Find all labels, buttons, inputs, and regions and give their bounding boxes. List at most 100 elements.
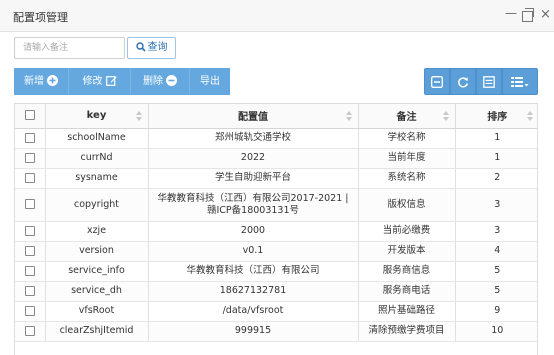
cell-key: currNd (45, 148, 149, 169)
minus-circle-icon (166, 75, 177, 86)
column-header-key[interactable]: key (45, 104, 149, 129)
row-checkbox[interactable] (24, 152, 35, 163)
row-checkbox[interactable] (24, 305, 35, 316)
column-header-order[interactable]: 排序 (455, 104, 537, 129)
cell-remark: 版权信息 (358, 188, 456, 222)
query-button-label: 查询 (147, 42, 168, 53)
cell-order: 3 (455, 188, 537, 222)
table-row[interactable]: xzje 2000 当前必缴费 3 (15, 221, 537, 242)
cell-key: version (45, 241, 149, 262)
minimize-icon[interactable]: — (505, 6, 517, 20)
close-icon[interactable]: × (540, 8, 551, 22)
table-row[interactable]: schoolName 郑州城轨交通学校 学校名称 1 (15, 128, 537, 149)
columns-dropdown-button[interactable] (502, 68, 538, 95)
refresh-button[interactable] (450, 68, 476, 95)
table-row[interactable]: service_info 华教教育科技（江西）有限公司 服务商信息 5 (15, 261, 537, 282)
cell-remark: 服务商电话 (358, 281, 456, 302)
cell-value: /data/vfsroot (148, 301, 359, 322)
column-header-order-label: 排序 (487, 112, 508, 124)
cell-key: clearZshjItemid (45, 321, 149, 342)
cell-key: xzje (45, 221, 149, 242)
maximize-icon[interactable] (522, 8, 534, 22)
row-select-cell[interactable] (15, 128, 46, 149)
table-row[interactable]: sysname 学生自助迎新平台 系统名称 2 (15, 168, 537, 189)
edit-button-label: 修改 (82, 76, 103, 87)
cell-remark: 系统名称 (358, 168, 456, 189)
cell-remark: 照片基础路径 (358, 301, 456, 322)
remark-search-input[interactable] (14, 37, 125, 59)
add-button[interactable]: 新增 (14, 68, 69, 95)
search-icon (135, 42, 146, 52)
toggle-view-button[interactable] (476, 68, 502, 95)
row-checkbox[interactable] (24, 245, 35, 256)
cell-value: 18627132781 (148, 281, 359, 302)
row-select-cell[interactable] (15, 261, 46, 282)
cell-remark: 学校名称 (358, 128, 456, 149)
column-header-remark[interactable]: 备注 (358, 104, 456, 129)
row-checkbox[interactable] (24, 285, 35, 296)
row-checkbox[interactable] (24, 132, 35, 143)
cell-order: 4 (455, 241, 537, 262)
refresh-icon (458, 76, 469, 87)
toggle-search-button[interactable] (424, 68, 450, 95)
query-button[interactable]: 查询 (127, 37, 176, 59)
row-select-cell[interactable] (15, 168, 46, 189)
cell-key: schoolName (45, 128, 149, 149)
row-checkbox[interactable] (24, 325, 35, 336)
select-all-checkbox[interactable] (24, 110, 35, 121)
cell-key: service_dh (45, 281, 149, 302)
sort-icon (135, 111, 142, 121)
row-checkbox[interactable] (24, 172, 35, 183)
list-icon (483, 75, 495, 88)
export-button-label: 导出 (200, 76, 220, 87)
row-checkbox[interactable] (24, 199, 35, 209)
table-row[interactable]: vfsRoot /data/vfsroot 照片基础路径 9 (15, 301, 537, 322)
dialog-title: 配置项管理 (13, 11, 68, 24)
cell-value: 学生自助迎新平台 (148, 168, 359, 189)
cell-value: 2000 (148, 221, 359, 242)
table-row[interactable]: clearZshjItemid 999915 清除预缴学费项目 10 (15, 321, 537, 342)
table-row[interactable]: currNd 2022 当前年度 1 (15, 148, 537, 169)
table-row[interactable]: service_dh 18627132781 服务商电话 5 (15, 281, 537, 302)
cell-order: 9 (455, 301, 537, 322)
row-checkbox[interactable] (24, 225, 35, 236)
row-select-cell[interactable] (15, 281, 46, 302)
columns-icon (511, 76, 529, 87)
export-button[interactable]: 导出 (190, 68, 230, 95)
row-select-cell[interactable] (15, 241, 46, 262)
sort-icon (442, 111, 449, 121)
collapse-icon (431, 75, 443, 88)
row-select-cell[interactable] (15, 321, 46, 342)
row-checkbox[interactable] (24, 265, 35, 276)
cell-key: service_info (45, 261, 149, 282)
cell-order: 2 (455, 168, 537, 189)
cell-key: vfsRoot (45, 301, 149, 322)
cell-remark: 服务商信息 (358, 261, 456, 282)
row-select-cell[interactable] (15, 301, 46, 322)
dialog-titlebar: 配置项管理 — × (0, 0, 554, 32)
cell-order: 5 (455, 281, 537, 302)
plus-circle-icon (47, 75, 58, 86)
table-header-row: key 配置值 备注 排序 (15, 104, 537, 129)
column-header-value[interactable]: 配置值 (148, 104, 359, 129)
sort-icon (527, 111, 533, 121)
row-select-cell[interactable] (15, 148, 46, 169)
column-header-value-label: 配置值 (238, 112, 268, 124)
column-header-remark-label: 备注 (396, 112, 417, 124)
cell-value: 999915 (148, 321, 359, 342)
cell-order: 1 (455, 148, 537, 169)
table-row[interactable]: copyright 华教教育科技（江西）有限公司2017-2021 | 赣ICP… (15, 188, 537, 222)
cell-value: 华教教育科技（江西）有限公司2017-2021 | 赣ICP备18003131号 (148, 188, 359, 222)
cell-remark: 开发版本 (358, 241, 456, 262)
delete-button[interactable]: 删除 (131, 68, 190, 95)
edit-button[interactable]: 修改 (69, 68, 131, 95)
cell-remark: 当前必缴费 (358, 221, 456, 242)
row-select-cell[interactable] (15, 188, 46, 222)
cell-order: 1 (455, 128, 537, 149)
cell-value: v0.1 (148, 241, 359, 262)
select-all-header[interactable] (15, 104, 46, 129)
cell-order: 10 (455, 321, 537, 342)
cell-remark: 清除预缴学费项目 (358, 321, 456, 342)
row-select-cell[interactable] (15, 221, 46, 242)
table-row[interactable]: version v0.1 开发版本 4 (15, 241, 537, 262)
